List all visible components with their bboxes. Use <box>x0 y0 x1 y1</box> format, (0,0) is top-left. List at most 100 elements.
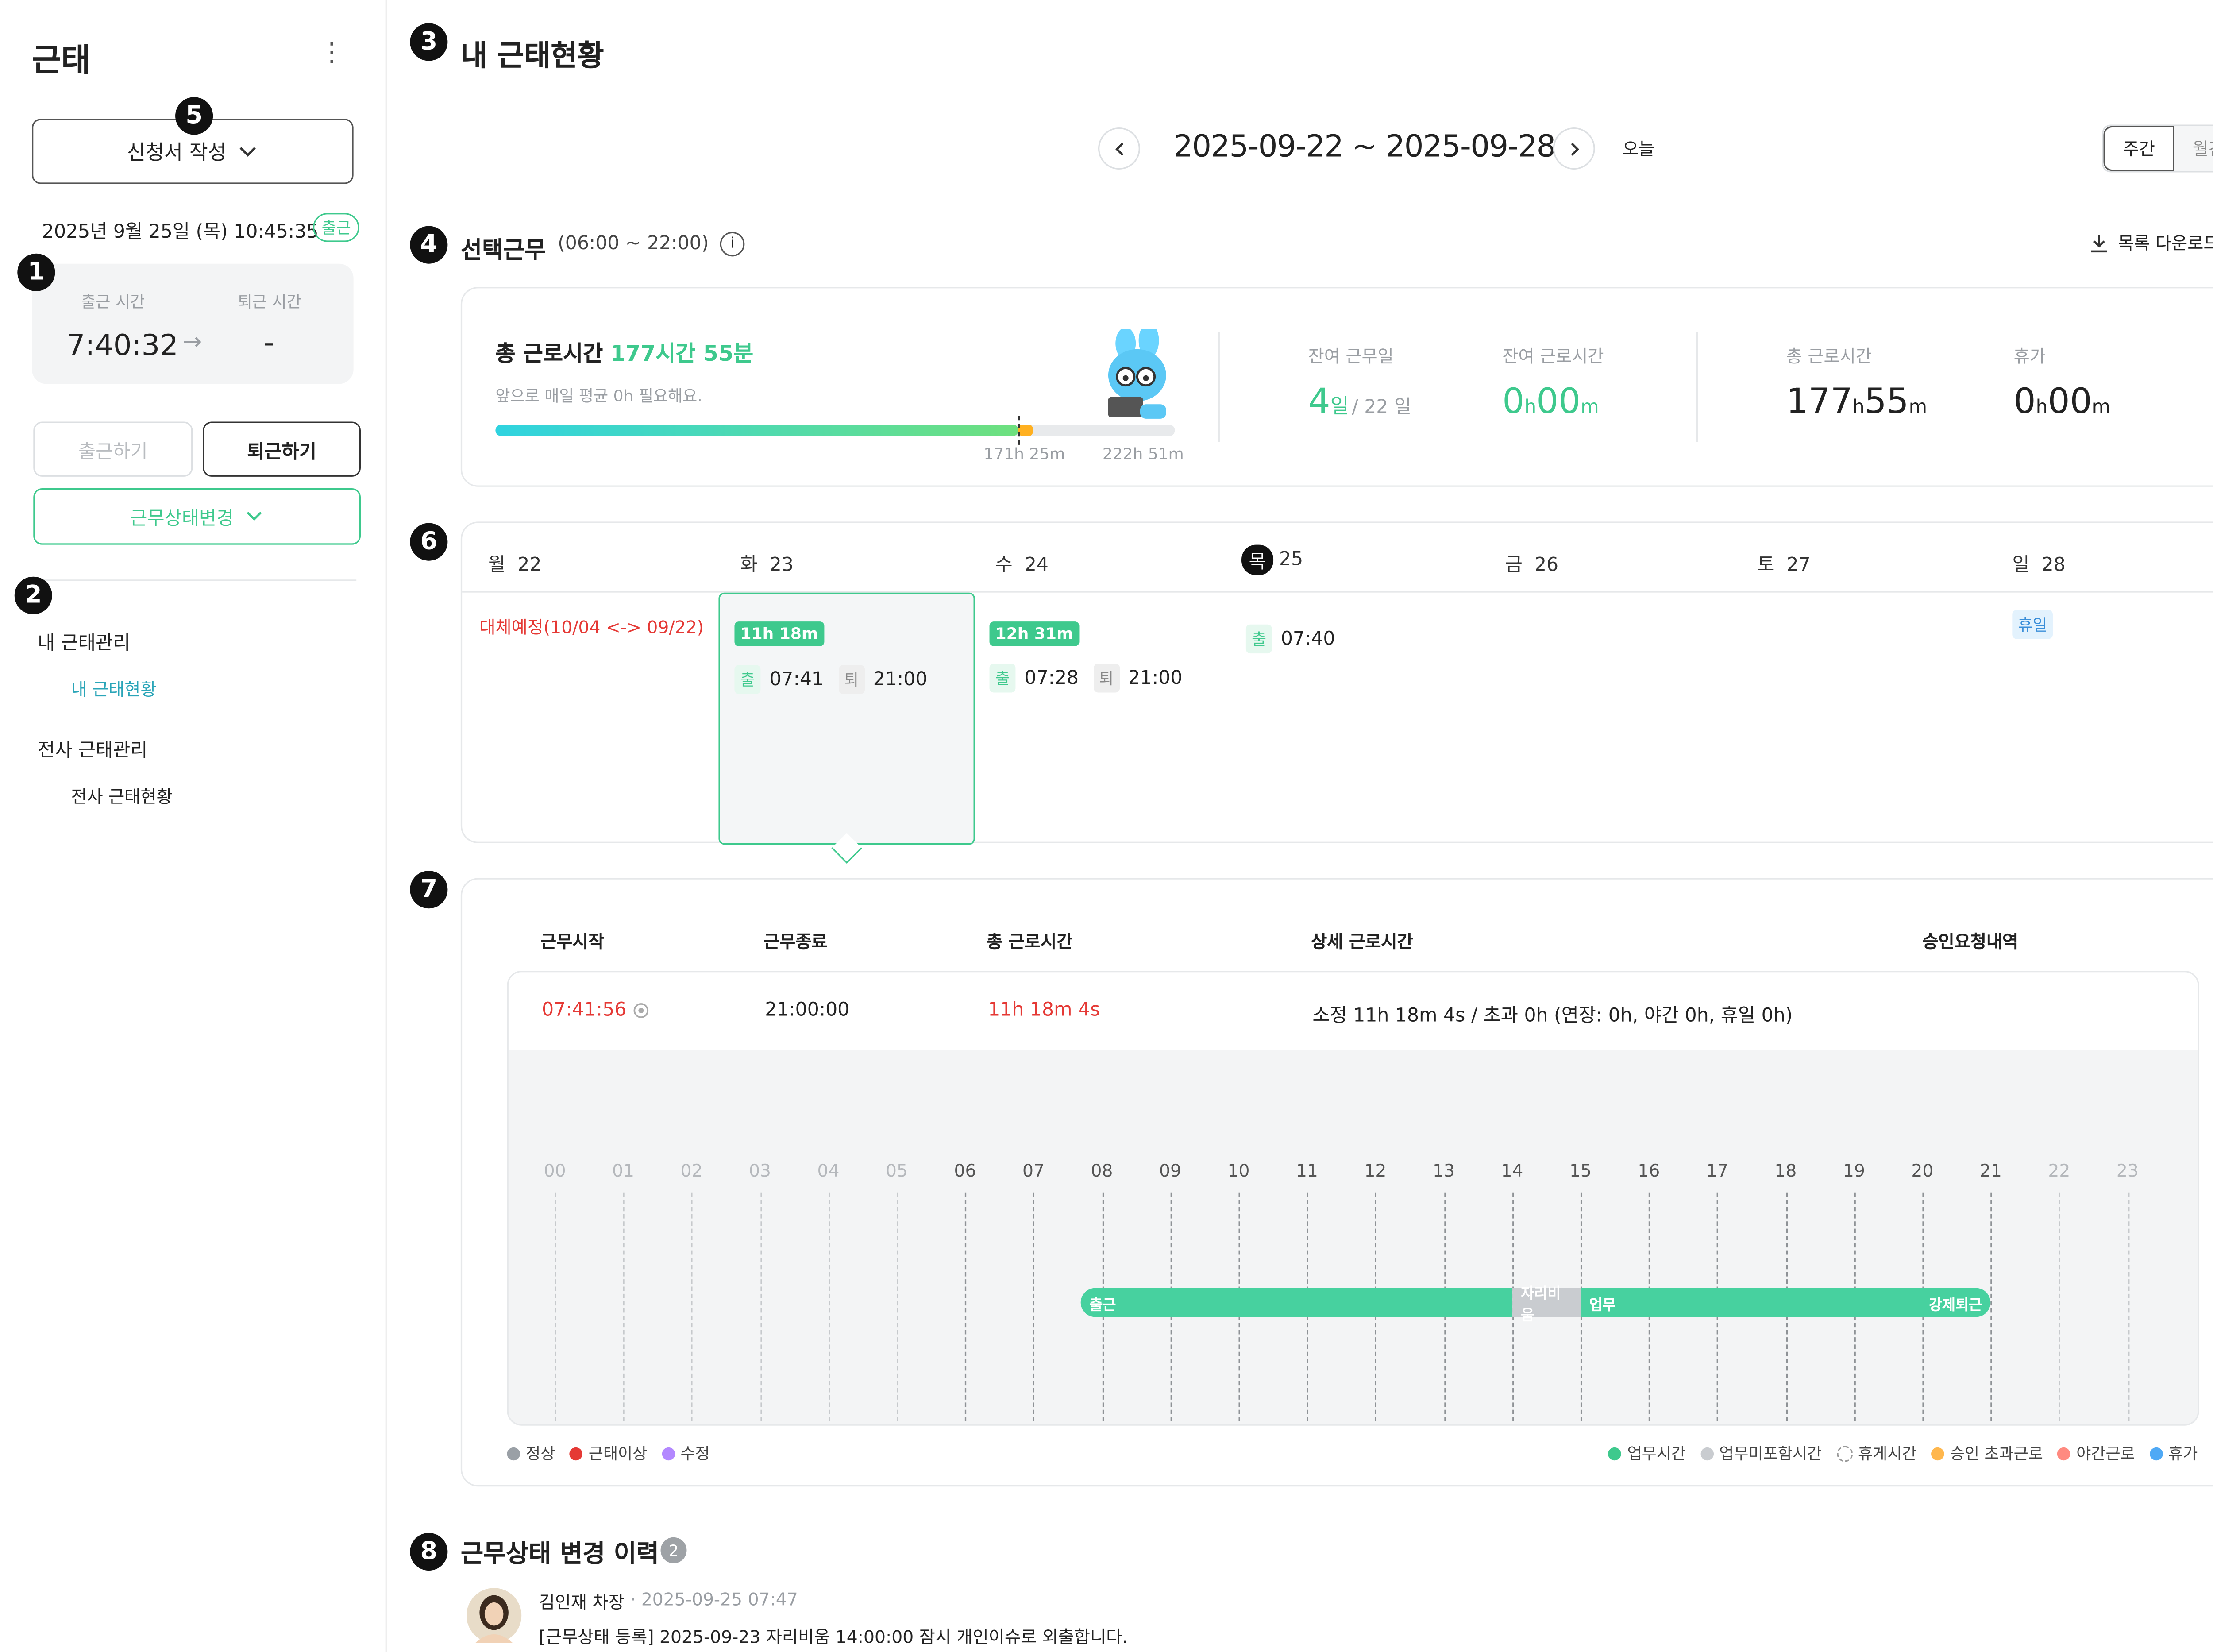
checkin-button[interactable]: 출근하기 <box>33 421 193 477</box>
legend-item: 야간근로 <box>2057 1442 2135 1465</box>
checkout-label: 퇴근 시간 <box>237 293 301 312</box>
request-form-label: 신청서 작성 <box>127 141 227 165</box>
status-change-button[interactable]: 근무상태변경 <box>33 488 361 545</box>
marker-6: 6 <box>410 523 448 561</box>
checkin-label: 출근 시간 <box>81 293 145 312</box>
legend-right: 업무시간 업무미포함시간 휴게시간 승인 초과근로 야간근로 휴가 <box>1577 1442 2198 1465</box>
hour-gridline <box>828 1192 830 1424</box>
legend-item: 업무미포함시간 <box>1700 1442 1822 1465</box>
legend-label: 정상 <box>526 1444 555 1463</box>
hour-label: 23 <box>2116 1160 2139 1181</box>
col-end: 근무종료 <box>763 931 828 952</box>
hour-gridline <box>2059 1192 2061 1424</box>
segment-work[interactable]: 업무 강제퇴근 <box>1580 1288 1991 1317</box>
stat-hu: h <box>2036 397 2048 419</box>
progress-fill <box>495 425 1019 436</box>
stat-label-remaining-days: 잔여 근무일 <box>1308 346 1394 367</box>
progress-overtime-marker <box>1018 425 1033 436</box>
sidebar-item-my-status[interactable]: 내 근태현황 <box>71 677 156 702</box>
hour-label: 09 <box>1159 1160 1182 1181</box>
legend-label: 업무시간 <box>1627 1444 1686 1463</box>
history-meta: 김인재 차장 · 2025-09-25 07:47 <box>539 1590 798 1614</box>
marker-8: 8 <box>410 1532 448 1571</box>
bar-mark-current: 171h 25m <box>983 444 1065 464</box>
legend-item: 휴가 <box>2149 1442 2198 1465</box>
hour-label: 21 <box>1979 1160 2002 1181</box>
stat-label-total-hours: 총 근로시간 <box>1786 346 1872 367</box>
work-type-hours: (06:00 ~ 22:00) <box>558 233 709 255</box>
selection-pointer <box>831 833 862 864</box>
marker-3: 3 <box>410 23 448 61</box>
download-label: 목록 다운로드 <box>2118 233 2213 254</box>
hour-gridline <box>2127 1192 2129 1424</box>
legend-label: 업무미포함시간 <box>1719 1444 1822 1463</box>
hour-gridline <box>1990 1192 1993 1424</box>
view-toggle: 주간 월간 <box>2102 124 2213 173</box>
hour-label: 11 <box>1295 1160 1318 1181</box>
segment-checkin-label: 출근 <box>1089 1297 1116 1314</box>
legend-dot <box>1836 1445 1852 1461</box>
legend-left: 정상 근태이상 수정 <box>507 1442 710 1465</box>
timeline: 00 01 02 03 04 05 06 07 08 09 10 11 12 13 14 15 16 17 18 19… <box>509 972 2198 1424</box>
stat-leave: 0 h 00 m <box>2014 381 2110 422</box>
sidebar-item-company-status[interactable]: 전사 근태현황 <box>71 784 172 809</box>
bar-mark-total: 222h 51m <box>1102 444 1184 464</box>
hour-label: 04 <box>817 1160 840 1181</box>
hour-gridline <box>760 1192 762 1424</box>
legend-dot <box>1931 1447 1944 1460</box>
stat-mu: m <box>2092 397 2111 419</box>
hour-label: 14 <box>1501 1160 1523 1181</box>
info-icon[interactable]: i <box>720 232 745 257</box>
legend-item: 근태이상 <box>570 1442 647 1465</box>
chevron-down-icon <box>240 146 257 156</box>
col-approval: 승인요청내역 <box>1922 931 2019 952</box>
day-header-wed: 수 24 <box>995 555 1049 577</box>
today-button[interactable]: 오늘 <box>1623 136 1654 161</box>
forced-checkout-label: 강제퇴근 <box>1928 1297 1982 1314</box>
stat-unit: 일 <box>1330 395 1349 419</box>
legend-item: 업무시간 <box>1608 1442 1686 1465</box>
chevron-right-icon <box>1570 142 1579 155</box>
more-menu-icon[interactable]: ⋮ <box>319 38 345 68</box>
checkin-time: 7:40:32 <box>66 327 178 363</box>
download-button[interactable]: 목록 다운로드 <box>2089 230 2213 255</box>
prev-week-button[interactable] <box>1098 127 1140 170</box>
hour-gridline <box>897 1192 898 1424</box>
marker-1: 1 <box>17 253 55 291</box>
tab-weekly[interactable]: 주간 <box>2103 126 2174 171</box>
stat-hu: h <box>1852 397 1865 419</box>
hour-label: 16 <box>1638 1160 1660 1181</box>
total-hours-heading: 총 근로시간 177시간 55분 <box>495 338 753 368</box>
tab-monthly[interactable]: 월간 <box>2174 126 2213 171</box>
next-week-button[interactable] <box>1553 127 1595 170</box>
segment-checkin[interactable]: 출근 <box>1080 1288 1512 1317</box>
legend-label: 승인 초과근로 <box>1950 1444 2043 1463</box>
sidebar-divider <box>35 579 357 581</box>
segment-away[interactable]: 자리비움 <box>1512 1287 1581 1324</box>
sidebar: 근태 ⋮ 5 신청서 작성 2025년 9월 25일 (목) 10:45:35 … <box>0 0 387 1652</box>
hour-gridline <box>691 1192 693 1424</box>
hour-label: 02 <box>680 1160 703 1181</box>
checkout-button[interactable]: 퇴근하기 <box>203 421 361 477</box>
marker-4: 4 <box>410 226 448 264</box>
hour-label: 00 <box>544 1160 566 1181</box>
thu-times: 출 07:40 <box>1245 624 1335 654</box>
detail-card: 근무시작 근무종료 총 근로시간 상세 근로시간 승인요청내역 07:41:56… <box>460 878 2213 1487</box>
checkin-panel: 출근 시간 퇴근 시간 7:40:32 → - <box>32 263 354 384</box>
checkout-time: - <box>263 324 274 359</box>
legend-label: 수정 <box>680 1444 710 1463</box>
legend-label: 휴게시간 <box>1858 1444 1917 1463</box>
sun-holiday-badge: 휴일 <box>2012 610 2053 639</box>
mon-substitute-note[interactable]: 대체예정(10/04 <-> 09/22) <box>479 614 704 639</box>
current-datetime: 2025년 9월 25일 (목) 10:45:35 <box>42 221 319 243</box>
legend-dot <box>1700 1447 1714 1460</box>
col-total: 총 근로시간 <box>986 931 1073 952</box>
mascot-illustration <box>1108 328 1166 419</box>
hour-label: 22 <box>2048 1160 2070 1181</box>
hour-label: 12 <box>1364 1160 1387 1181</box>
hour-label: 10 <box>1227 1160 1250 1181</box>
stat-label-leave: 휴가 <box>2013 346 2046 367</box>
legend-dot <box>1608 1447 1622 1460</box>
day-cell-tue-selected[interactable]: 11h 18m 출 07:41 퇴 21:00 <box>718 592 975 864</box>
summary-card: 총 근로시간 177시간 55분 앞으로 매일 평균 0h 필요해요. 171h… <box>460 287 2213 487</box>
